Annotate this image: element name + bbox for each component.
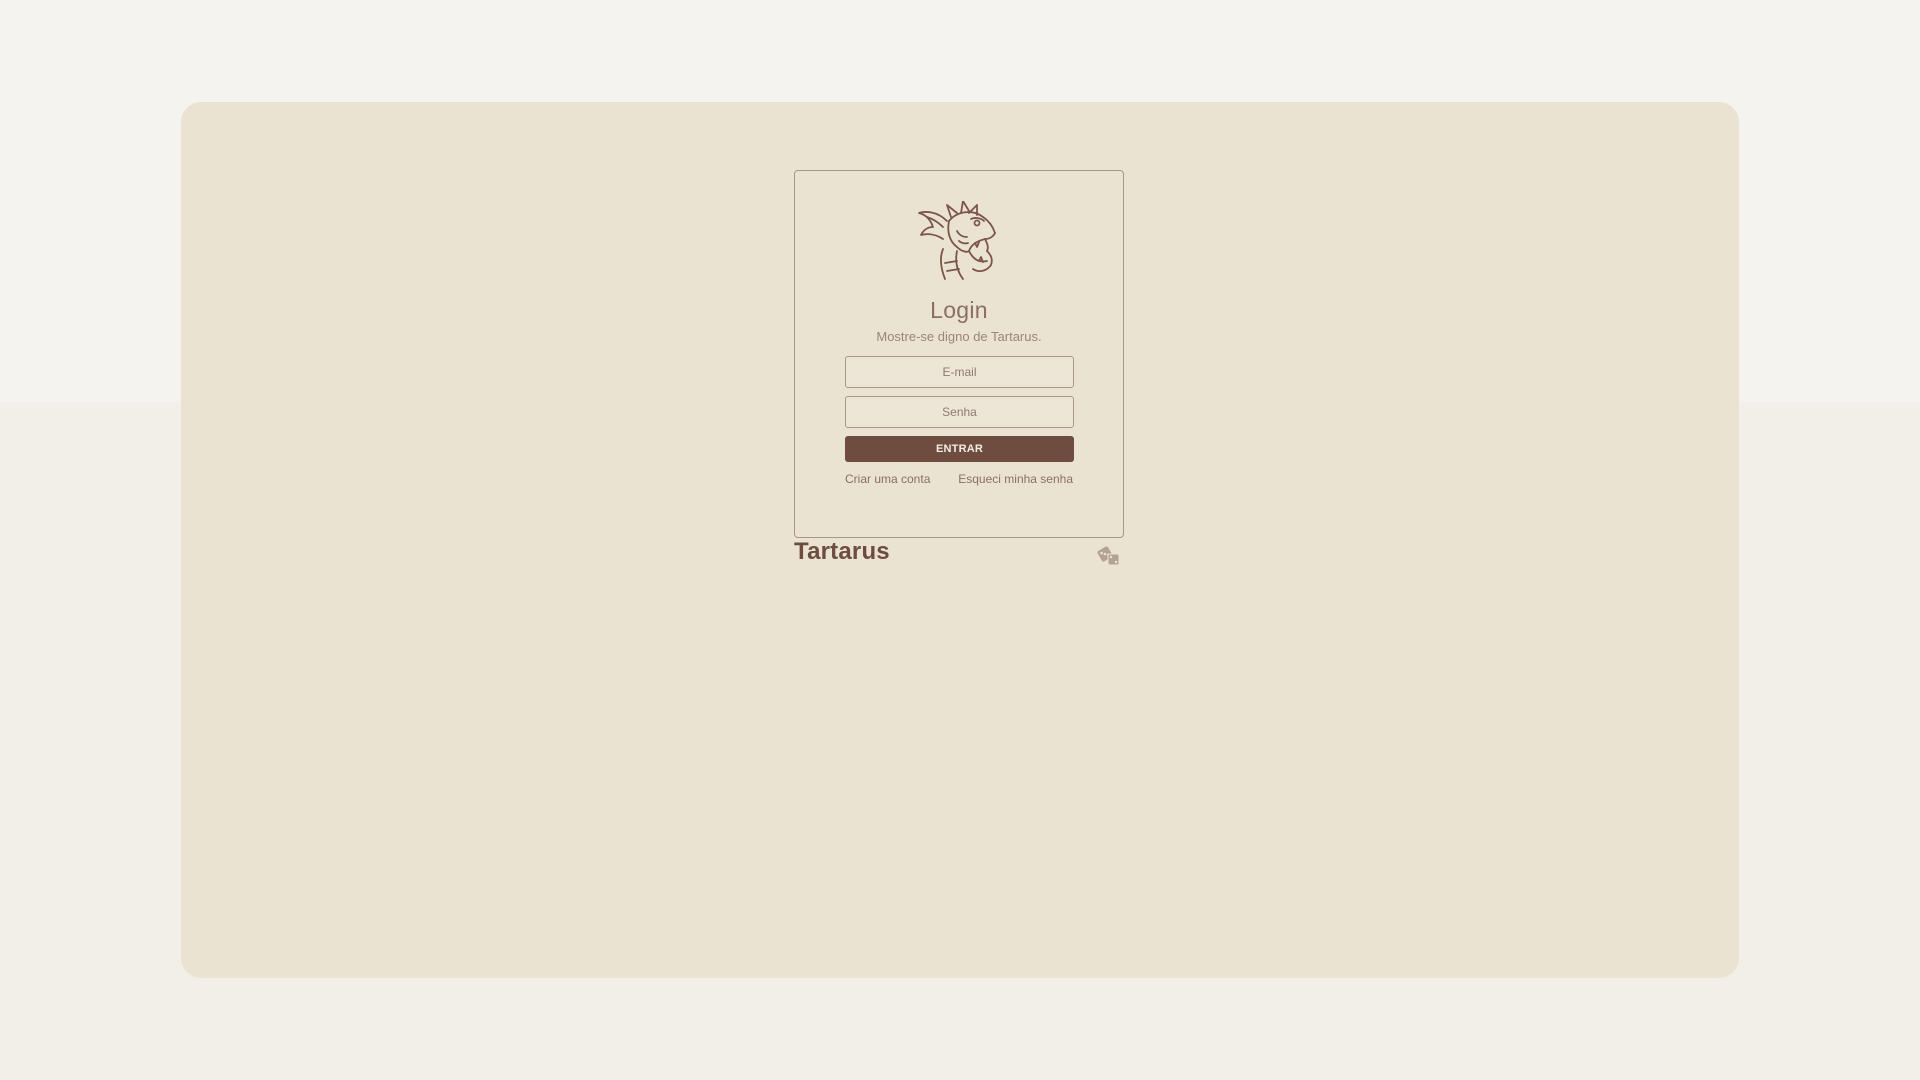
login-submit-button[interactable]: ENTRAR (845, 436, 1074, 462)
brand-name: Tartarus (794, 538, 890, 565)
email-field[interactable] (845, 356, 1074, 388)
dragon-head-icon (917, 201, 999, 281)
forgot-password-link[interactable]: Esqueci minha senha (958, 472, 1073, 486)
create-account-link[interactable]: Criar uma conta (845, 472, 930, 486)
login-title: Login (930, 297, 988, 323)
dice-icon[interactable] (1096, 545, 1122, 567)
password-field[interactable] (845, 396, 1074, 428)
login-subtitle: Mostre-se digno de Tartarus. (876, 329, 1042, 344)
login-card: Login Mostre-se digno de Tartarus. ENTRA… (794, 170, 1124, 538)
